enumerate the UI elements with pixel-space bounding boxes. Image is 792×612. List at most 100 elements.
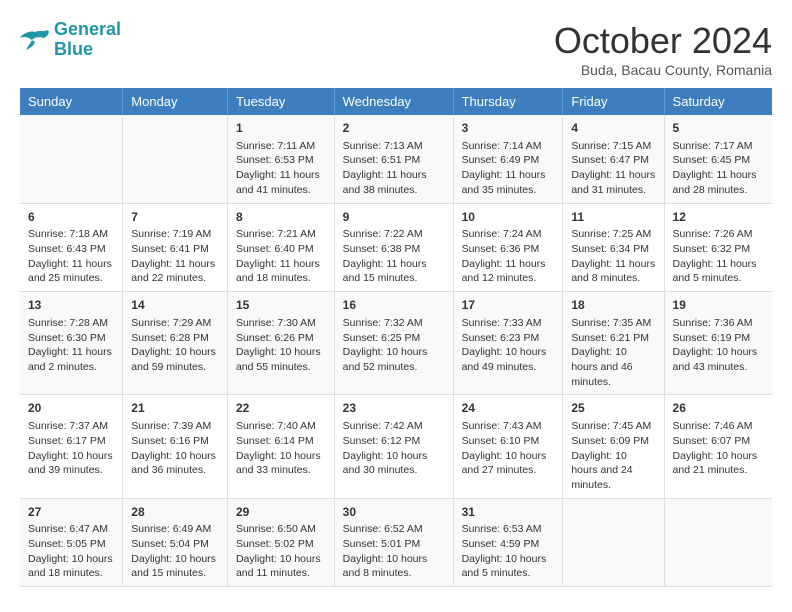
day-number: 18: [571, 297, 655, 314]
calendar-cell: [664, 498, 772, 587]
day-number: 31: [462, 504, 555, 521]
calendar-cell: 10Sunrise: 7:24 AMSunset: 6:36 PMDayligh…: [453, 203, 563, 292]
day-info: Sunrise: 6:52 AMSunset: 5:01 PMDaylight:…: [343, 522, 445, 581]
month-title: October 2024: [554, 20, 772, 62]
calendar-cell: 11Sunrise: 7:25 AMSunset: 6:34 PMDayligh…: [563, 203, 664, 292]
calendar-cell: 30Sunrise: 6:52 AMSunset: 5:01 PMDayligh…: [334, 498, 453, 587]
day-info: Sunrise: 7:24 AMSunset: 6:36 PMDaylight:…: [462, 227, 555, 286]
calendar-cell: 6Sunrise: 7:18 AMSunset: 6:43 PMDaylight…: [20, 203, 123, 292]
calendar-week-1: 1 Sunrise: 7:11 AMSunset: 6:53 PMDaylight…: [20, 115, 772, 203]
header-wednesday: Wednesday: [334, 88, 453, 115]
day-info: Sunrise: 7:19 AMSunset: 6:41 PMDaylight:…: [131, 227, 219, 286]
location-subtitle: Buda, Bacau County, Romania: [554, 62, 772, 78]
calendar-cell: 23Sunrise: 7:42 AMSunset: 6:12 PMDayligh…: [334, 395, 453, 498]
header-sunday: Sunday: [20, 88, 123, 115]
day-number: 28: [131, 504, 219, 521]
calendar-cell: [20, 115, 123, 203]
day-info: Sunrise: 7:14 AMSunset: 6:49 PMDaylight:…: [462, 139, 555, 198]
day-info: Sunrise: 7:45 AMSunset: 6:09 PMDaylight:…: [571, 419, 655, 492]
calendar-cell: 19 Sunrise: 7:36 AMSunset: 6:19 PMDayligh…: [664, 292, 772, 395]
header-friday: Friday: [563, 88, 664, 115]
day-info: Sunrise: 7:40 AMSunset: 6:14 PMDaylight:…: [236, 419, 326, 478]
header-tuesday: Tuesday: [227, 88, 334, 115]
calendar-cell: 16Sunrise: 7:32 AMSunset: 6:25 PMDayligh…: [334, 292, 453, 395]
calendar-cell: 9Sunrise: 7:22 AMSunset: 6:38 PMDaylight…: [334, 203, 453, 292]
calendar-cell: [123, 115, 228, 203]
day-number: 12: [673, 209, 764, 226]
logo-text: General Blue: [54, 20, 121, 60]
calendar-cell: 20Sunrise: 7:37 AMSunset: 6:17 PMDayligh…: [20, 395, 123, 498]
calendar-cell: 17Sunrise: 7:33 AMSunset: 6:23 PMDayligh…: [453, 292, 563, 395]
calendar-cell: 21 Sunrise: 7:39 AMSunset: 6:16 PMDayligh…: [123, 395, 228, 498]
header-monday: Monday: [123, 88, 228, 115]
day-number: 21: [131, 400, 219, 417]
day-number: 15: [236, 297, 326, 314]
calendar-week-2: 6Sunrise: 7:18 AMSunset: 6:43 PMDaylight…: [20, 203, 772, 292]
header-saturday: Saturday: [664, 88, 772, 115]
day-info: Sunrise: 7:11 AMSunset: 6:53 PMDaylight:…: [236, 139, 326, 198]
day-info: Sunrise: 7:39 AMSunset: 6:16 PMDaylight:…: [131, 419, 219, 478]
day-info: Sunrise: 7:35 AMSunset: 6:21 PMDaylight:…: [571, 316, 655, 389]
day-number: 30: [343, 504, 445, 521]
day-info: Sunrise: 7:25 AMSunset: 6:34 PMDaylight:…: [571, 227, 655, 286]
calendar-cell: 8Sunrise: 7:21 AMSunset: 6:40 PMDaylight…: [227, 203, 334, 292]
day-number: 13: [28, 297, 114, 314]
day-info: Sunrise: 7:42 AMSunset: 6:12 PMDaylight:…: [343, 419, 445, 478]
day-info: Sunrise: 7:13 AMSunset: 6:51 PMDaylight:…: [343, 139, 445, 198]
header-thursday: Thursday: [453, 88, 563, 115]
day-number: 27: [28, 504, 114, 521]
day-number: 10: [462, 209, 555, 226]
day-number: 8: [236, 209, 326, 226]
day-number: 4: [571, 120, 655, 137]
calendar-cell: 2 Sunrise: 7:13 AMSunset: 6:51 PMDaylight…: [334, 115, 453, 203]
logo-icon: [20, 28, 50, 52]
calendar-cell: 3Sunrise: 7:14 AMSunset: 6:49 PMDaylight…: [453, 115, 563, 203]
day-number: 7: [131, 209, 219, 226]
day-number: 22: [236, 400, 326, 417]
logo: General Blue: [20, 20, 121, 60]
day-number: 5: [673, 120, 764, 137]
day-info: Sunrise: 7:46 AMSunset: 6:07 PMDaylight:…: [673, 419, 764, 478]
day-number: 1: [236, 120, 326, 137]
day-info: Sunrise: 7:26 AMSunset: 6:32 PMDaylight:…: [673, 227, 764, 286]
day-info: Sunrise: 7:18 AMSunset: 6:43 PMDaylight:…: [28, 227, 114, 286]
calendar-cell: [563, 498, 664, 587]
day-number: 19: [673, 297, 764, 314]
calendar-cell: 15 Sunrise: 7:30 AMSunset: 6:26 PMDayligh…: [227, 292, 334, 395]
day-number: 24: [462, 400, 555, 417]
day-info: Sunrise: 7:17 AMSunset: 6:45 PMDaylight:…: [673, 139, 764, 198]
day-number: 25: [571, 400, 655, 417]
calendar-cell: 1 Sunrise: 7:11 AMSunset: 6:53 PMDaylight…: [227, 115, 334, 203]
day-number: 29: [236, 504, 326, 521]
calendar-cell: 12Sunrise: 7:26 AMSunset: 6:32 PMDayligh…: [664, 203, 772, 292]
calendar-cell: 4Sunrise: 7:15 AMSunset: 6:47 PMDaylight…: [563, 115, 664, 203]
calendar-table: SundayMondayTuesdayWednesdayThursdayFrid…: [20, 88, 772, 587]
day-number: 14: [131, 297, 219, 314]
day-info: Sunrise: 6:47 AMSunset: 5:05 PMDaylight:…: [28, 522, 114, 581]
day-info: Sunrise: 7:21 AMSunset: 6:40 PMDaylight:…: [236, 227, 326, 286]
day-number: 16: [343, 297, 445, 314]
day-number: 2: [343, 120, 445, 137]
day-info: Sunrise: 6:53 AMSunset: 4:59 PMDaylight:…: [462, 522, 555, 581]
day-info: Sunrise: 7:36 AMSunset: 6:19 PMDaylight:…: [673, 316, 764, 375]
calendar-cell: 14 Sunrise: 7:29 AMSunset: 6:28 PMDayligh…: [123, 292, 228, 395]
calendar-cell: 18 Sunrise: 7:35 AMSunset: 6:21 PMDayligh…: [563, 292, 664, 395]
title-section: October 2024 Buda, Bacau County, Romania: [554, 20, 772, 78]
day-info: Sunrise: 7:43 AMSunset: 6:10 PMDaylight:…: [462, 419, 555, 478]
calendar-cell: 13Sunrise: 7:28 AMSunset: 6:30 PMDayligh…: [20, 292, 123, 395]
day-number: 26: [673, 400, 764, 417]
day-info: Sunrise: 6:49 AMSunset: 5:04 PMDaylight:…: [131, 522, 219, 581]
day-number: 6: [28, 209, 114, 226]
calendar-header-row: SundayMondayTuesdayWednesdayThursdayFrid…: [20, 88, 772, 115]
calendar-week-3: 13Sunrise: 7:28 AMSunset: 6:30 PMDayligh…: [20, 292, 772, 395]
page-header: General Blue October 2024 Buda, Bacau Co…: [20, 20, 772, 78]
calendar-week-5: 27Sunrise: 6:47 AMSunset: 5:05 PMDayligh…: [20, 498, 772, 587]
calendar-cell: 24 Sunrise: 7:43 AMSunset: 6:10 PMDayligh…: [453, 395, 563, 498]
calendar-cell: 27Sunrise: 6:47 AMSunset: 5:05 PMDayligh…: [20, 498, 123, 587]
day-info: Sunrise: 7:29 AMSunset: 6:28 PMDaylight:…: [131, 316, 219, 375]
day-number: 11: [571, 209, 655, 226]
day-info: Sunrise: 7:30 AMSunset: 6:26 PMDaylight:…: [236, 316, 326, 375]
day-info: Sunrise: 6:50 AMSunset: 5:02 PMDaylight:…: [236, 522, 326, 581]
day-number: 9: [343, 209, 445, 226]
calendar-cell: 31Sunrise: 6:53 AMSunset: 4:59 PMDayligh…: [453, 498, 563, 587]
